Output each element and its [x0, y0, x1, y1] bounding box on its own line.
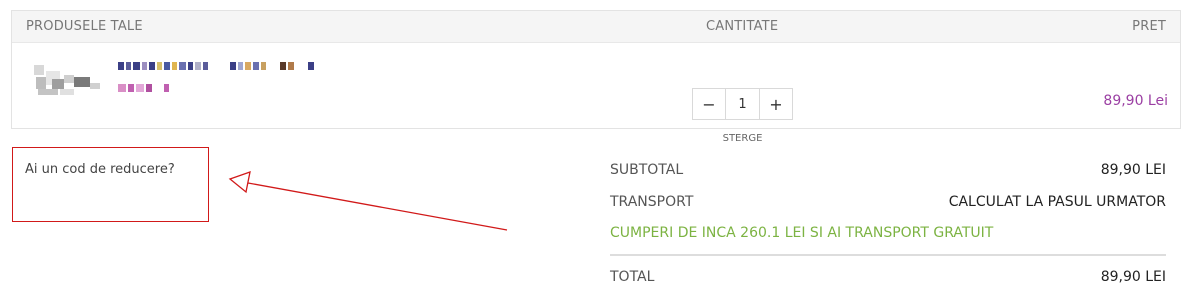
increase-quantity-button[interactable]: + [759, 89, 792, 119]
shipping-label: TRANSPORT [610, 194, 694, 210]
coupon-highlight-box: Ai un cod de reducere? [12, 147, 209, 222]
subtotal-label: SUBTOTAL [610, 162, 684, 178]
quantity-value[interactable]: 1 [726, 89, 759, 119]
header-quantity: CANTITATE [706, 19, 779, 34]
item-price: 89,90 Lei [1103, 93, 1168, 109]
cart-table: PRODUSELE TALE CANTITATE PRET − 1 + STER… [11, 10, 1181, 144]
total-value: 89,90 LEI [1100, 269, 1166, 285]
subtotal-value: 89,90 LEI [1100, 162, 1166, 178]
header-price: PRET [1132, 19, 1166, 34]
cart-header-row: PRODUSELE TALE CANTITATE PRET [12, 11, 1180, 43]
cart-item-row: − 1 + STERGE 89,90 Lei [12, 43, 1180, 144]
totals-divider [610, 254, 1166, 256]
total-label: TOTAL [610, 269, 655, 285]
free-shipping-note: CUMPERI DE INCA 260.1 LEI SI AI TRANSPOR… [610, 225, 994, 241]
minus-icon: − [702, 94, 716, 114]
remove-item-link[interactable]: STERGE [692, 133, 793, 144]
quantity-stepper[interactable]: − 1 + [692, 88, 793, 120]
product-name-blurred[interactable] [118, 61, 314, 93]
product-thumbnail[interactable] [30, 61, 104, 101]
shipping-value: CALCULAT LA PASUL URMATOR [948, 194, 1166, 210]
decrease-quantity-button[interactable]: − [693, 89, 726, 119]
coupon-code-link[interactable]: Ai un cod de reducere? [25, 162, 175, 177]
plus-icon: + [769, 94, 783, 114]
header-products: PRODUSELE TALE [26, 19, 143, 34]
